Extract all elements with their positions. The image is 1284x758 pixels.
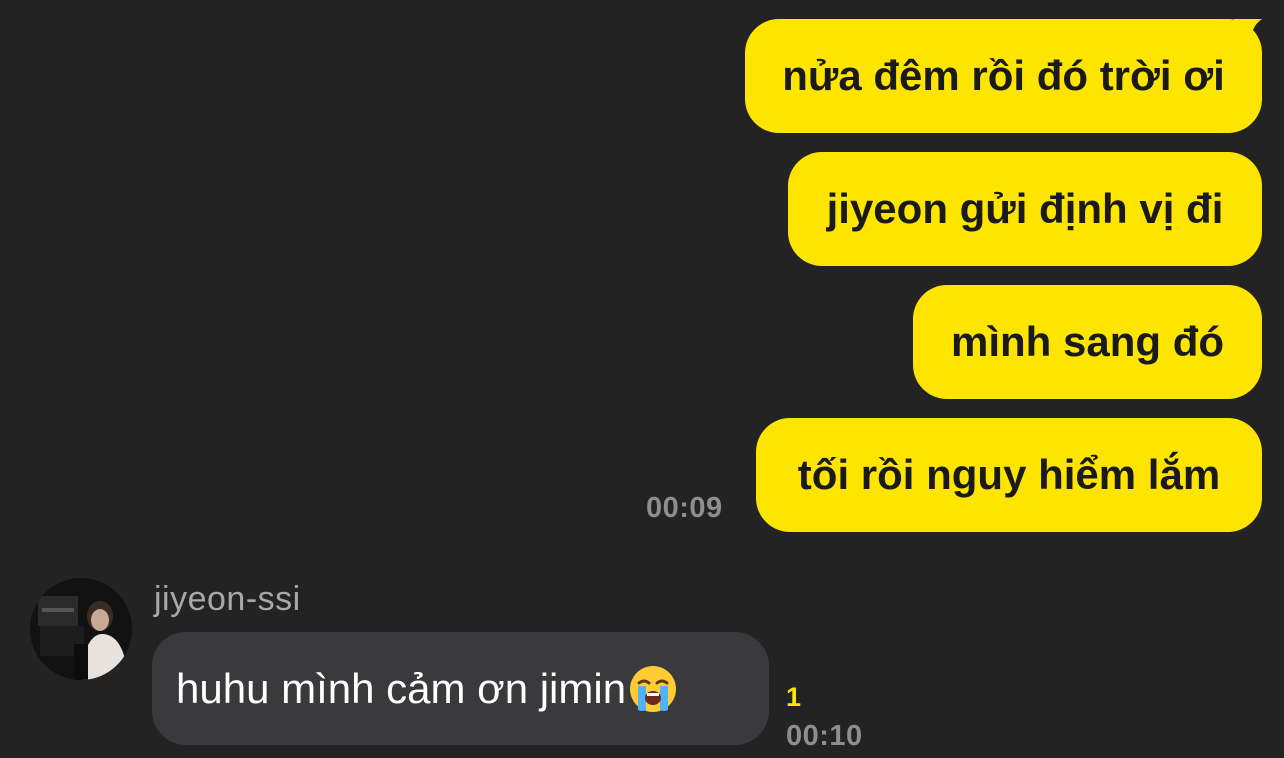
message-timestamp: 00:10 — [786, 720, 863, 752]
sender-name: jiyeon-ssi — [154, 580, 301, 618]
outgoing-message-bubble[interactable]: mình sang đó — [913, 285, 1262, 399]
outgoing-message-text: jiyeon gửi định vị đi — [826, 185, 1224, 232]
incoming-message-bubble[interactable]: huhu mình cảm ơn jimin — [152, 632, 769, 745]
message-timestamp: 00:09 — [646, 492, 723, 524]
incoming-message-text: huhu mình cảm ơn jimin — [176, 664, 627, 712]
outgoing-message-bubble[interactable]: tối rồi nguy hiểm lắm — [756, 418, 1262, 532]
loudly-crying-face-icon — [630, 665, 677, 712]
outgoing-message-text: mình sang đó — [951, 318, 1224, 365]
profile-photo-icon — [30, 578, 132, 680]
outgoing-message-text: nửa đêm rồi đó trời ơi — [782, 52, 1225, 99]
outgoing-message-bubble[interactable]: nửa đêm rồi đó trời ơi — [745, 19, 1262, 133]
outgoing-message-bubble[interactable]: jiyeon gửi định vị đi — [788, 152, 1262, 266]
outgoing-message-text: tối rồi nguy hiểm lắm — [797, 451, 1221, 498]
bubble-tail-icon — [1234, 19, 1262, 41]
avatar[interactable] — [30, 578, 132, 680]
unread-count-badge: 1 — [786, 682, 802, 712]
